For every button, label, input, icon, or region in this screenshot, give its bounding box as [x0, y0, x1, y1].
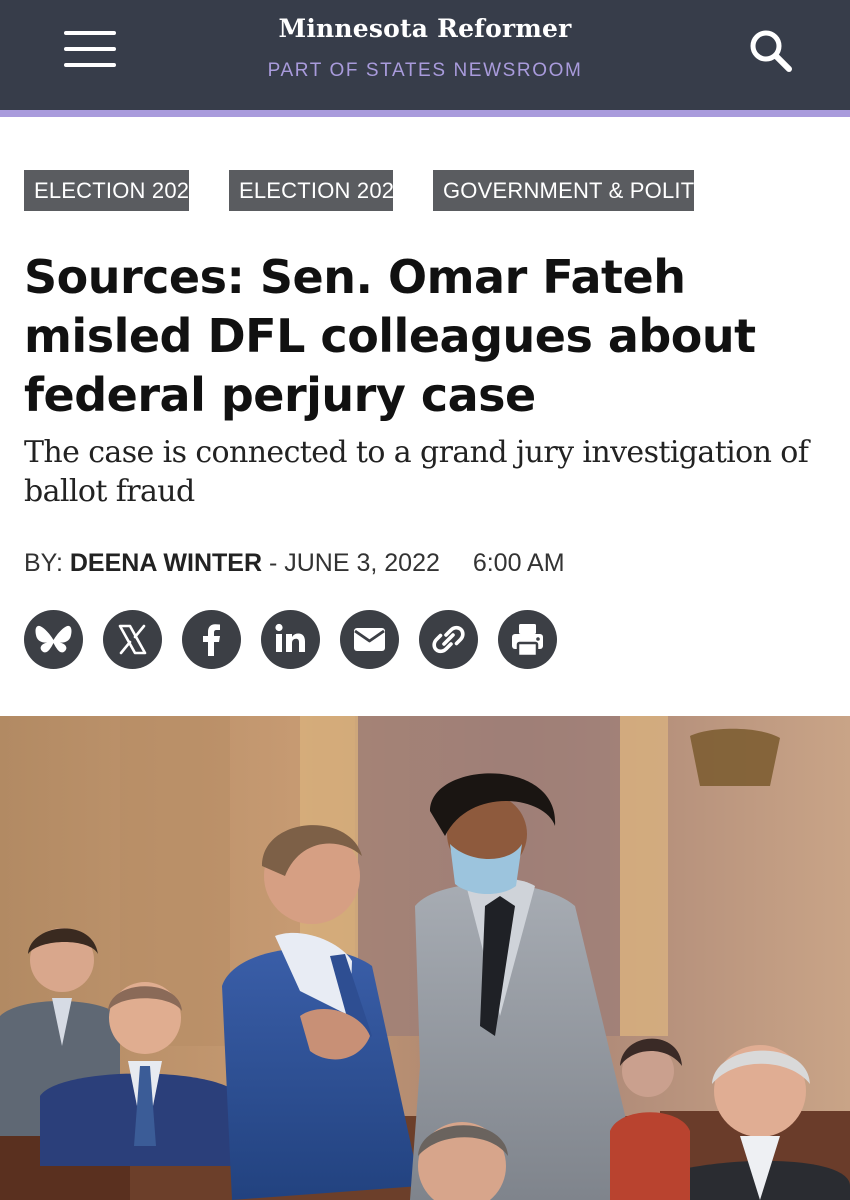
- article-photo: [0, 716, 850, 1200]
- author-name[interactable]: DEENA WINTER: [70, 549, 262, 577]
- byline-prefix: BY:: [24, 549, 63, 577]
- category-tag-election-2022[interactable]: ELECTION 2022: [229, 170, 406, 211]
- print-icon[interactable]: [498, 610, 557, 669]
- linkedin-icon[interactable]: [261, 610, 320, 669]
- facebook-icon[interactable]: [182, 610, 241, 669]
- site-header: Minnesota Reformer PART OF STATES NEWSRO…: [0, 0, 850, 117]
- email-icon[interactable]: [340, 610, 399, 669]
- bluesky-icon[interactable]: [24, 610, 83, 669]
- category-tag-election-2020[interactable]: ELECTION 2020: [24, 170, 201, 211]
- search-icon[interactable]: [748, 28, 794, 74]
- site-name[interactable]: Minnesota Reformer: [0, 14, 850, 43]
- link-icon[interactable]: [419, 610, 478, 669]
- byline: BY: DEENA WINTER - JUNE 3, 2022 6:00 AM: [24, 549, 565, 578]
- publish-time: 6:00 AM: [472, 549, 565, 577]
- article-headline: Sources: Sen. Omar Fateh misled DFL coll…: [24, 250, 756, 422]
- x-icon[interactable]: [103, 610, 162, 669]
- byline-separator: -: [262, 549, 285, 577]
- article-subhead: The case is connected to a grand jury in…: [24, 435, 809, 509]
- publish-date: JUNE 3, 2022: [284, 549, 440, 577]
- site-tagline: PART OF STATES NEWSROOM: [267, 60, 583, 81]
- category-tag-government-politics[interactable]: GOVERNMENT & POLITICS: [433, 170, 731, 211]
